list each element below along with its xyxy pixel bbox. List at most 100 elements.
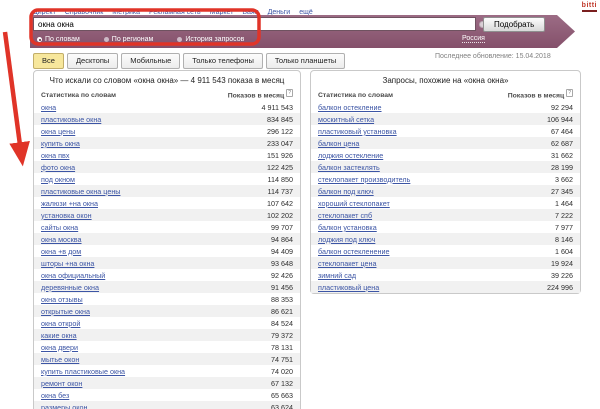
radio-label: По словам: [45, 36, 80, 43]
keyword-link[interactable]: пластиковые окна цены: [41, 187, 120, 196]
keyword-link[interactable]: сайты окна: [41, 223, 78, 232]
keyword-link[interactable]: окна без: [41, 391, 69, 400]
table-row: стеклопакет производитель 3 662: [311, 173, 580, 185]
table-row: окна двери 78 131: [34, 341, 300, 353]
device-tab[interactable]: Только телефоны: [183, 53, 263, 69]
keyword-link[interactable]: стеклопакет производитель: [318, 175, 410, 184]
keyword-link[interactable]: фото окна: [41, 163, 75, 172]
device-tab[interactable]: Десктопы: [66, 53, 119, 69]
menu-link[interactable]: Метрика: [112, 9, 140, 16]
radio-label: По регионам: [111, 36, 154, 43]
table-row: пластиковый цена 224 996: [311, 281, 580, 294]
keyword-link[interactable]: пластиковые окна: [41, 115, 101, 124]
shows-value: 91 456: [271, 282, 293, 292]
table-row: открытые окна 86 621: [34, 305, 300, 318]
keyword-link[interactable]: под окном: [41, 175, 75, 184]
table-row: размеры окон 63 624: [34, 401, 300, 409]
device-tab[interactable]: Все: [33, 53, 64, 69]
table-row: окна без 65 663: [34, 389, 300, 401]
keyword-link[interactable]: окна пвх: [41, 151, 69, 160]
menu-link[interactable]: Деньги: [268, 9, 291, 16]
keyword-link[interactable]: окна официальный: [41, 271, 105, 280]
keyword-link[interactable]: окна: [41, 103, 56, 112]
radio-icon: [103, 37, 109, 42]
shows-value: 94 864: [271, 234, 293, 244]
keyword-link[interactable]: окна открой: [41, 319, 80, 328]
help-icon[interactable]: ?: [566, 89, 573, 97]
keyword-link[interactable]: ремонт окон: [41, 379, 82, 388]
menu-link[interactable]: Баян: [242, 9, 258, 16]
keyword-link[interactable]: пластиковый установка: [318, 127, 397, 136]
keyword-link[interactable]: балкон цена: [318, 139, 359, 148]
shows-value: 27 345: [551, 186, 573, 196]
keyword-link[interactable]: окна +в дом: [41, 247, 81, 256]
shows-value: 7 977: [555, 222, 573, 232]
table-row: лоджия остекление 31 662: [311, 149, 580, 161]
help-icon[interactable]: ?: [286, 89, 293, 97]
keyword-link[interactable]: балкон застеклять: [318, 163, 380, 172]
search-mode-radio[interactable]: По словам: [37, 36, 80, 43]
radio-label: История запросов: [185, 36, 245, 43]
keyword-link[interactable]: размеры окон: [41, 403, 88, 409]
menu-link[interactable]: Справочник: [65, 9, 104, 16]
shows-value: 94 409: [271, 246, 293, 256]
shows-value: 8 146: [555, 234, 573, 244]
table-row: шторы +на окна 93 648: [34, 257, 300, 270]
table-row: балкон застеклять 28 199: [311, 161, 580, 174]
table-row: жалюзи +на окна 107 642: [34, 197, 300, 209]
device-tab[interactable]: Мобильные: [121, 53, 181, 69]
keyword-link[interactable]: окна отзывы: [41, 295, 83, 304]
keyword-link[interactable]: деревянные окна: [41, 283, 99, 292]
keyword-link[interactable]: какие окна: [41, 331, 77, 340]
menu-link[interactable]: Маркет: [210, 9, 234, 16]
shows-value: 114 850: [267, 174, 293, 184]
search-input[interactable]: [33, 17, 476, 31]
keyword-link[interactable]: хороший стеклопакет: [318, 199, 390, 208]
keyword-link[interactable]: купить пластиковые окна: [41, 367, 125, 376]
table-row: окна официальный 92 426: [34, 269, 300, 281]
keyword-link[interactable]: стеклопакет спб: [318, 211, 372, 220]
keyword-link[interactable]: пластиковый цена: [318, 283, 379, 292]
table-row: окна отзывы 88 353: [34, 293, 300, 305]
search-mode-radios: По словам По регионам История запросов: [37, 36, 244, 43]
submit-button[interactable]: Подобрать: [483, 17, 546, 32]
keyword-link[interactable]: окна цены: [41, 127, 75, 136]
keyword-link[interactable]: балкон остекленение: [318, 247, 390, 256]
keyword-link[interactable]: окна москва: [41, 235, 82, 244]
table-row: балкон остекление 92 294: [311, 101, 580, 113]
device-tab[interactable]: Только планшеты: [265, 53, 346, 69]
search-mode-radio[interactable]: По регионам: [103, 36, 154, 43]
shows-value: 65 663: [271, 390, 293, 400]
keyword-link[interactable]: открытые окна: [41, 307, 90, 316]
keyword-link[interactable]: лоджия остекление: [318, 151, 383, 160]
keyword-link[interactable]: жалюзи +на окна: [41, 199, 98, 208]
shows-value: 39 226: [551, 270, 573, 280]
table-row: балкон остекленение 1 604: [311, 245, 580, 257]
column-header-shows-label: Показов в месяц: [227, 92, 285, 100]
shows-value: 74 751: [271, 354, 293, 364]
keyword-link[interactable]: лоджия под ключ: [318, 235, 375, 244]
keyword-link[interactable]: москитный сетка: [318, 115, 374, 124]
keyword-link[interactable]: шторы +на окна: [41, 259, 94, 268]
keyword-link[interactable]: установка окон: [41, 211, 92, 220]
region-link[interactable]: Россия: [462, 35, 485, 43]
menu-link[interactable]: Директ: [33, 9, 56, 16]
table-row: мытье окон 74 751: [34, 353, 300, 366]
menu-link[interactable]: ещё: [299, 9, 313, 16]
shows-value: 28 199: [551, 162, 573, 172]
keyword-link[interactable]: балкон остекление: [318, 103, 382, 112]
column-header-shows: Показов в месяц?: [508, 89, 573, 99]
shows-value: 233 047: [267, 138, 293, 148]
keyword-link[interactable]: мытье окон: [41, 355, 79, 364]
table-row: пластиковый установка 67 464: [311, 125, 580, 137]
table-row: стеклопакет цена 19 924: [311, 257, 580, 270]
search-mode-radio[interactable]: История запросов: [177, 36, 244, 43]
menu-link[interactable]: Рекламная сеть: [149, 9, 201, 16]
keyword-link[interactable]: окна двери: [41, 343, 78, 352]
keyword-link[interactable]: зимний сад: [318, 271, 356, 280]
keyword-link[interactable]: стеклопакет цена: [318, 259, 376, 268]
keyword-link[interactable]: купить окна: [41, 139, 80, 148]
keyword-link[interactable]: балкон установка: [318, 223, 377, 232]
keyword-link[interactable]: балкон под ключ: [318, 187, 374, 196]
table-row: пластиковые окна цены 114 737: [34, 185, 300, 198]
